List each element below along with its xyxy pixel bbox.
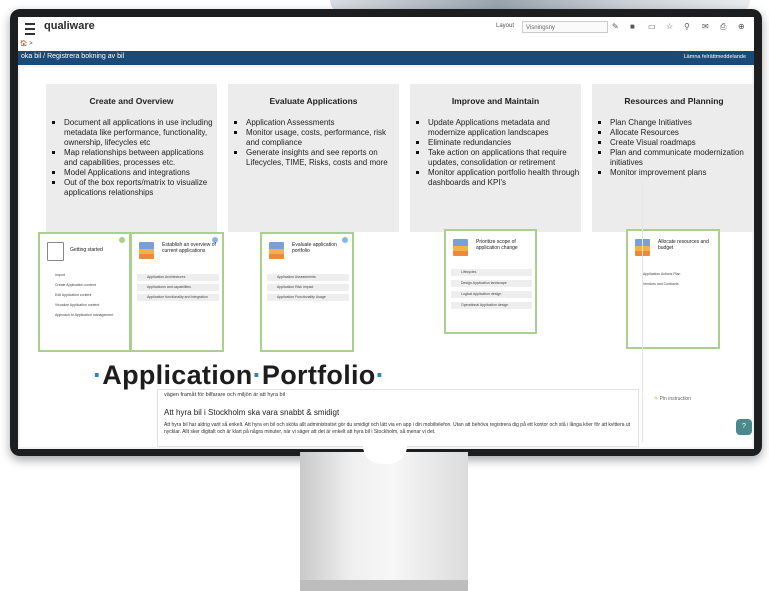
banner-dot-icon: · bbox=[252, 360, 262, 390]
category-item: Eliminate redundancies bbox=[416, 138, 580, 148]
category-item: Generate insights and see reports on Lif… bbox=[234, 148, 398, 168]
tag-icon[interactable]: ✎ bbox=[612, 22, 619, 31]
search-icon[interactable]: ⚲ bbox=[684, 22, 690, 31]
top-bar: qualiware Layout Visningsny ✎ ■ ▭ ☆ ⚲ ✉ … bbox=[18, 17, 754, 40]
layout-label: Layout bbox=[496, 23, 515, 29]
document-top-line: vägen framåt för bilfarare och miljön är… bbox=[164, 392, 286, 398]
card-link[interactable]: Design Application landscape bbox=[451, 280, 532, 287]
card-title: Establish an overview of current applica… bbox=[162, 242, 216, 254]
pin-icon: ✎ bbox=[654, 396, 659, 402]
category-title: Create and Overview bbox=[89, 96, 174, 106]
report-icon bbox=[453, 239, 468, 256]
card-title: Evaluate application portfolio bbox=[292, 242, 337, 254]
document-heading: Att hyra bil i Stockholm ska vara snabbt… bbox=[164, 408, 340, 417]
feedback-link[interactable]: Lämna felrättmeddelande bbox=[684, 54, 746, 60]
print-icon[interactable]: ⎙ bbox=[720, 22, 726, 32]
card-link[interactable]: Approach to Application management bbox=[45, 312, 126, 319]
home-icon[interactable]: 🏠 > bbox=[20, 40, 33, 47]
workspace: Create and Overview Document all applica… bbox=[20, 67, 754, 447]
layout-select[interactable]: Visningsny bbox=[522, 21, 608, 33]
breadcrumb-path[interactable]: oka bil / Registrera bokning av bil bbox=[21, 53, 124, 60]
app-screen: qualiware Layout Visningsny ✎ ■ ▭ ☆ ⚲ ✉ … bbox=[18, 17, 754, 449]
category-item: Monitor usage, costs, performance, risk … bbox=[234, 128, 398, 148]
document-paragraph: Att hyra bil har aldrig varit så enkelt.… bbox=[164, 422, 631, 435]
category-item: Plan Change Initiatives bbox=[598, 118, 754, 128]
banner-word-1: Application bbox=[102, 360, 253, 390]
status-dot-icon bbox=[119, 237, 125, 243]
card-getting-started[interactable]: Getting started Import Create Applicatio… bbox=[38, 232, 131, 352]
pin-label: Pin instruction bbox=[659, 396, 691, 402]
pin-instruction[interactable]: ✎ Pin instruction bbox=[654, 396, 691, 402]
category-item: Monitor application portfolio health thr… bbox=[416, 168, 580, 187]
app-logo: qualiware bbox=[44, 20, 95, 32]
category-item: Plan and communicate modernization initi… bbox=[598, 148, 754, 168]
card-prioritize-scope[interactable]: Prioritize scope of application change L… bbox=[444, 229, 537, 334]
document-add-icon bbox=[47, 242, 64, 261]
category-item: Application Assessments bbox=[234, 118, 398, 128]
category-improve-maintain: Improve and Maintain Update Applications… bbox=[410, 84, 581, 232]
card-link[interactable]: Application Assessments bbox=[267, 274, 349, 281]
category-title: Resources and Planning bbox=[624, 96, 724, 106]
card-link[interactable]: Application Risk Impact bbox=[267, 284, 349, 291]
banner-dot-icon: · bbox=[93, 360, 103, 390]
right-panel bbox=[642, 184, 751, 442]
category-evaluate-applications: Evaluate Applications Application Assess… bbox=[228, 84, 399, 232]
star-icon[interactable]: ☆ bbox=[666, 22, 673, 31]
card-link[interactable]: Visualize Application content bbox=[45, 302, 126, 309]
card-link[interactable]: Import bbox=[45, 272, 126, 279]
content-document: vägen framåt för bilfarare och miljön är… bbox=[157, 389, 639, 447]
category-item: Model Applications and integrations bbox=[52, 168, 219, 178]
help-icon[interactable]: ⊕ bbox=[738, 22, 745, 31]
banner-word-2: Portfolio bbox=[261, 360, 376, 390]
mail-icon[interactable]: ✉ bbox=[702, 22, 709, 31]
monitor-frame: qualiware Layout Visningsny ✎ ■ ▭ ☆ ⚲ ✉ … bbox=[10, 9, 762, 456]
monitor-icon[interactable]: ▭ bbox=[648, 22, 656, 31]
camera-icon[interactable]: ■ bbox=[630, 22, 635, 31]
card-establish-overview[interactable]: Establish an overview of current applica… bbox=[130, 232, 224, 352]
category-item: Map relationships between applications a… bbox=[52, 148, 219, 168]
card-link[interactable]: Application Functionality Usage bbox=[267, 294, 349, 301]
category-title: Improve and Maintain bbox=[451, 96, 540, 106]
card-link[interactable]: Edit Application content bbox=[45, 292, 126, 299]
card-title: Prioritize scope of application change bbox=[476, 239, 518, 251]
card-link[interactable]: Operational Application design bbox=[451, 302, 532, 309]
help-button[interactable]: ? bbox=[736, 419, 752, 435]
card-evaluate-portfolio[interactable]: Evaluate application portfolio Applicati… bbox=[260, 232, 354, 352]
report-icon bbox=[269, 242, 284, 259]
category-create-overview: Create and Overview Document all applica… bbox=[46, 84, 217, 232]
category-item: Monitor improvement plans bbox=[598, 168, 754, 178]
card-link[interactable]: Create Application content bbox=[45, 282, 126, 289]
card-link[interactable]: Lifecycles bbox=[451, 269, 532, 276]
category-item: Update Applications metadata and moderni… bbox=[416, 118, 580, 138]
card-link[interactable]: Logical Application design bbox=[451, 291, 532, 298]
menu-icon[interactable] bbox=[25, 23, 35, 35]
category-item: Create Visual roadmaps bbox=[598, 138, 754, 148]
category-item: Document all applications in use includi… bbox=[52, 118, 219, 148]
category-item: Allocate Resources bbox=[598, 128, 754, 138]
banner-title: ·Application·Portfolio· bbox=[93, 360, 385, 391]
card-link[interactable]: Application Architectures bbox=[137, 274, 219, 281]
card-title: Getting started bbox=[70, 247, 103, 253]
report-icon bbox=[139, 242, 154, 259]
card-link[interactable]: Application functionality and integratio… bbox=[137, 294, 219, 301]
banner-dot-icon: · bbox=[375, 360, 385, 390]
category-item: Out of the box reports/matrix to visuali… bbox=[52, 178, 219, 198]
stand-base bbox=[300, 580, 468, 591]
card-link[interactable]: Applications and capabilities bbox=[137, 284, 219, 291]
monitor-stand bbox=[300, 452, 468, 587]
category-title: Evaluate Applications bbox=[269, 96, 358, 106]
home-bar: 🏠 > bbox=[18, 39, 754, 51]
breadcrumb: oka bil / Registrera bokning av bil Lämn… bbox=[18, 51, 754, 65]
category-item: Take action on applications that require… bbox=[416, 148, 580, 168]
